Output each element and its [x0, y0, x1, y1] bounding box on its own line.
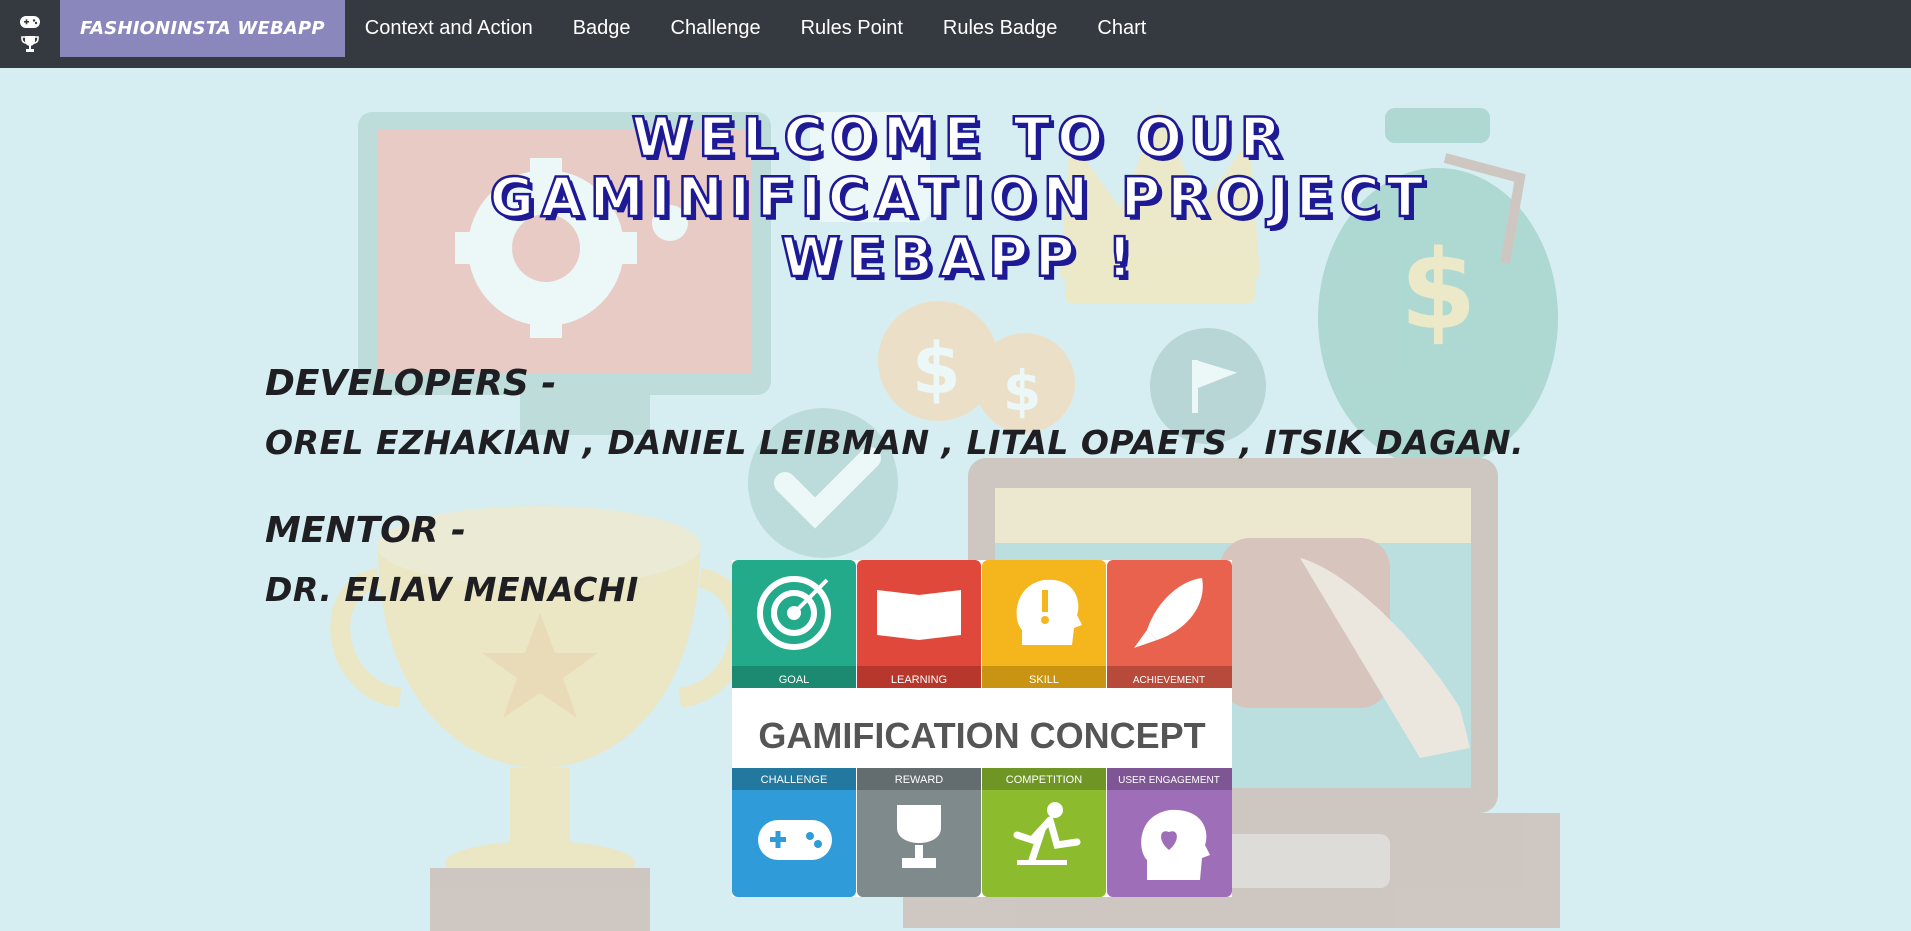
- trophy-icon: [21, 36, 39, 52]
- brand-link[interactable]: FASHIONINSTA WEBAPP: [60, 0, 345, 57]
- tile-learning: LEARNING: [857, 560, 981, 688]
- tile-label-learning: LEARNING: [891, 674, 947, 686]
- tile-label-user-engagement: USER ENGAGEMENT: [1118, 775, 1220, 786]
- tile-goal: GOAL: [732, 560, 856, 688]
- tile-label-challenge: CHALLENGE: [761, 774, 828, 786]
- svg-text:$: $: [912, 328, 961, 410]
- mentor-heading: MENTOR -: [265, 510, 466, 551]
- gamepad-icon: [20, 16, 40, 28]
- tile-challenge: CHALLENGE: [732, 768, 856, 897]
- head-heart-icon: [1141, 809, 1210, 880]
- nav-link-context-and-action[interactable]: Context and Action: [345, 17, 553, 40]
- title-line-3: WEBAPP !: [780, 226, 1139, 289]
- tile-achievement: ACHIEVEMENT: [1107, 560, 1232, 688]
- tile-label-competition: COMPETITION: [1006, 774, 1082, 786]
- nav-link-badge[interactable]: Badge: [553, 17, 651, 40]
- top-navbar: FASHIONINSTA WEBAPP Context and Action B…: [0, 0, 1911, 68]
- runner-icon: [1047, 802, 1063, 818]
- tile-skill: SKILL: [982, 560, 1106, 688]
- tile-label-goal: GOAL: [779, 674, 810, 686]
- developers-heading: DEVELOPERS -: [265, 363, 557, 404]
- head-exclamation-icon: [1016, 579, 1082, 645]
- concept-title: GAMIFICATION CONCEPT: [758, 715, 1205, 756]
- developers-names: OREL EZHAKIAN , DANIEL LEIBMAN , LITAL O…: [265, 423, 1525, 462]
- nav-icon-group: [0, 0, 60, 68]
- nav-link-challenge[interactable]: Challenge: [651, 17, 781, 40]
- trophy-icon: [897, 805, 941, 843]
- tile-competition: COMPETITION: [982, 768, 1106, 897]
- nav-link-rules-badge[interactable]: Rules Badge: [923, 17, 1078, 40]
- coins-icon: $ $: [878, 301, 1075, 433]
- nav-links: Context and Action Badge Challenge Rules…: [345, 0, 1167, 56]
- nav-link-rules-point[interactable]: Rules Point: [781, 17, 923, 40]
- gamification-concept-image: GOAL LEARNING SKILL ACHIEVEMENT GAMIFICA…: [732, 560, 1232, 897]
- mentor-name: DR. ELIAV MENACHI: [265, 570, 639, 609]
- title-line-1: WELCOME TO OUR: [630, 106, 1289, 169]
- tile-reward: REWARD: [857, 768, 981, 897]
- tile-label-reward: REWARD: [895, 774, 944, 786]
- gamepad-icon: [758, 820, 832, 860]
- svg-text:$: $: [1003, 359, 1041, 423]
- tile-label-achievement: ACHIEVEMENT: [1133, 675, 1205, 686]
- title-line-2: GAMINIFICATION PROJECT: [488, 166, 1431, 229]
- tile-label-skill: SKILL: [1029, 674, 1059, 686]
- book-icon: [877, 590, 961, 640]
- tile-user-engagement: USER ENGAGEMENT: [1107, 768, 1232, 897]
- nav-link-chart[interactable]: Chart: [1077, 17, 1166, 40]
- page-title: WELCOME TO OUR GAMINIFICATION PROJECT WE…: [430, 106, 1490, 289]
